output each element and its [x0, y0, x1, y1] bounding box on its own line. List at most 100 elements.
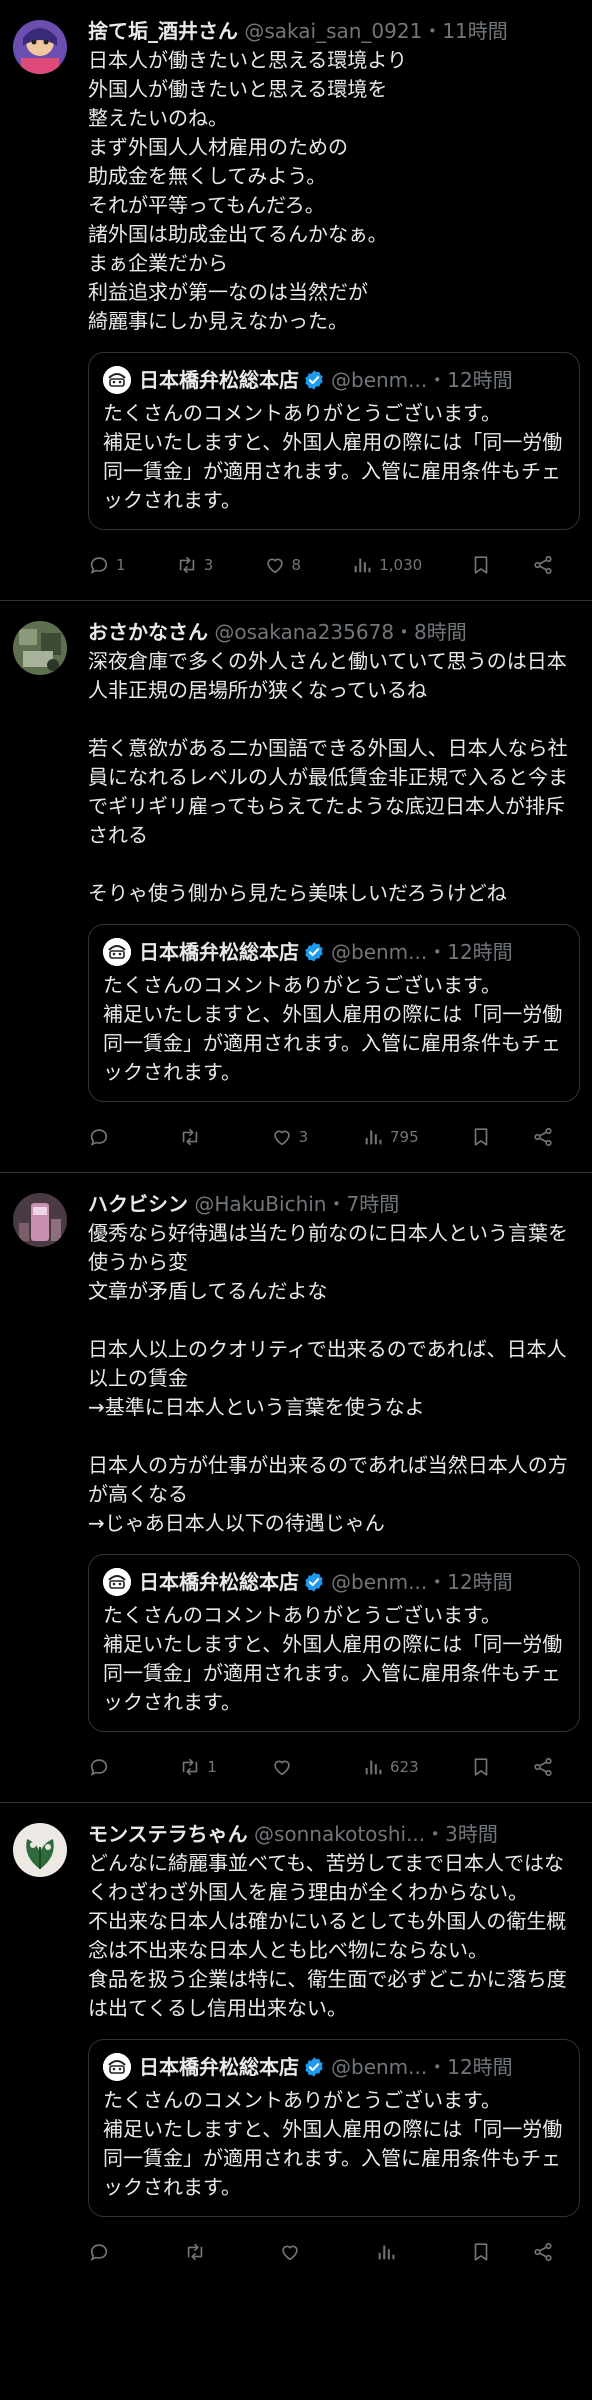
user-handle[interactable]: @HakuBichin: [194, 1192, 326, 1216]
like-button[interactable]: [279, 2241, 319, 2263]
tweet-actions: 1 623: [88, 1732, 580, 1802]
retweet-button[interactable]: [184, 2241, 224, 2263]
avatar[interactable]: [13, 20, 67, 74]
retweet-button[interactable]: 3: [176, 554, 216, 576]
quoted-tweet-time: ・12時間: [427, 2055, 513, 2079]
share-button[interactable]: [532, 2241, 572, 2263]
user-handle[interactable]: @sakai_san_0921: [244, 19, 422, 43]
views-button[interactable]: [375, 2241, 415, 2263]
quoted-tweet-time: ・12時間: [427, 940, 513, 964]
bookmark-icon: [470, 554, 492, 576]
reply-icon: [88, 554, 110, 576]
quoted-tweet-header: 日本橋弁松総本店 @benm... ・12時間: [103, 2052, 565, 2082]
like-button[interactable]: 3: [271, 1126, 311, 1148]
tweet-text: どんなに綺麗事並べても、苦労してまで日本人ではなくわざわざ外国人を雇う理由が全く…: [88, 1851, 567, 2020]
reply-button[interactable]: 1: [88, 554, 128, 576]
avatar[interactable]: [13, 1193, 67, 1247]
views-icon: [351, 554, 373, 576]
tweet[interactable]: ハクビシン @HakuBichin・7時間 優秀なら好待遇は当たり前なのに日本人と…: [0, 1172, 592, 1802]
quoted-avatar: [103, 2053, 131, 2081]
tweet-time[interactable]: ・11時間: [422, 19, 507, 43]
views-button[interactable]: 623: [362, 1756, 419, 1778]
quoted-tweet-text: たくさんのコメントありがとうございます。 補足いたしますと、外国人雇用の際には「…: [103, 973, 563, 1084]
quoted-user-name: 日本橋弁松総本店: [139, 368, 299, 392]
quoted-tweet-header: 日本橋弁松総本店 @benm... ・12時間: [103, 365, 565, 395]
tweet-header: ハクビシン @HakuBichin・7時間: [88, 1189, 580, 1219]
bookmark-icon: [470, 1126, 492, 1148]
retweet-button[interactable]: 1: [179, 1756, 219, 1778]
share-icon: [532, 2241, 554, 2263]
bookmark-button[interactable]: [470, 1126, 510, 1148]
avatar[interactable]: [13, 1823, 67, 1877]
tweet[interactable]: 捨て垢_酒井さん @sakai_san_0921・11時間 日本人が働きたいと思え…: [0, 0, 592, 600]
retweet-icon: [179, 1126, 201, 1148]
quoted-user-handle: @benm...: [331, 2055, 428, 2079]
quoted-user-handle: @benm...: [331, 940, 428, 964]
user-name[interactable]: 捨て垢_酒井さん: [88, 19, 238, 43]
bookmark-share-group: [470, 554, 572, 576]
tweet-text: 深夜倉庫で多くの外人さんと働いていて思うのは日本人非正規の居場所が狭くなっている…: [88, 649, 568, 905]
user-name[interactable]: おさかなさん: [88, 620, 208, 644]
bookmark-button[interactable]: [470, 2241, 510, 2263]
like-icon: [264, 554, 286, 576]
share-icon: [532, 554, 554, 576]
views-icon: [362, 1126, 384, 1148]
verified-badge-icon: [303, 941, 325, 963]
share-icon: [532, 1126, 554, 1148]
tweet-header: 捨て垢_酒井さん @sakai_san_0921・11時間: [88, 16, 580, 46]
quoted-user-name: 日本橋弁松総本店: [139, 1570, 299, 1594]
reply-button[interactable]: [88, 1756, 128, 1778]
like-button[interactable]: [271, 1756, 311, 1778]
timeline-feed: 捨て垢_酒井さん @sakai_san_0921・11時間 日本人が働きたいと思え…: [0, 0, 592, 2287]
tweet-actions: [88, 2217, 580, 2287]
like-count: 8: [291, 556, 302, 574]
share-button[interactable]: [532, 554, 572, 576]
bookmark-share-group: [470, 2241, 572, 2263]
retweet-button[interactable]: [179, 1126, 219, 1148]
quoted-user-handle: @benm...: [331, 1570, 428, 1594]
tweet-text: 優秀なら好待遇は当たり前なのに日本人という言葉を使うから変 文章が矛盾してるんだ…: [88, 1221, 568, 1535]
reply-button[interactable]: [88, 2241, 128, 2263]
quoted-avatar: [103, 938, 131, 966]
tweet-time[interactable]: ・7時間: [326, 1192, 399, 1216]
quoted-user-handle: @benm...: [331, 368, 428, 392]
tweet-actions: 1 3 8 1,030: [88, 530, 580, 600]
quoted-tweet-text: たくさんのコメントありがとうございます。 補足いたしますと、外国人雇用の際には「…: [103, 401, 563, 512]
user-name[interactable]: モンステラちゃん: [88, 1822, 248, 1846]
bookmark-button[interactable]: [470, 554, 510, 576]
verified-badge-icon: [303, 2056, 325, 2078]
reply-button[interactable]: [88, 1126, 128, 1148]
tweet-header: モンステラちゃん @sonnakotoshi...・3時間: [88, 1819, 580, 1849]
tweet[interactable]: モンステラちゃん @sonnakotoshi...・3時間 どんなに綺麗事並べても…: [0, 1802, 592, 2287]
views-icon: [375, 2241, 397, 2263]
bookmark-button[interactable]: [470, 1756, 510, 1778]
like-button[interactable]: 8: [264, 554, 304, 576]
quoted-user-name: 日本橋弁松総本店: [139, 2055, 299, 2079]
views-button[interactable]: 795: [362, 1126, 419, 1148]
tweet-time[interactable]: ・3時間: [425, 1822, 498, 1846]
retweet-count: 1: [207, 1758, 217, 1776]
reply-icon: [88, 2241, 110, 2263]
tweet[interactable]: おさかなさん @osakana235678・8時間深夜倉庫で多くの外人さんと働い…: [0, 600, 592, 1172]
retweet-icon: [179, 1756, 201, 1778]
user-handle[interactable]: @osakana235678: [214, 620, 394, 644]
views-button[interactable]: 1,030: [351, 554, 422, 576]
share-button[interactable]: [532, 1756, 572, 1778]
quoted-tweet[interactable]: 日本橋弁松総本店 @benm... ・12時間たくさんのコメントありがとうございます…: [88, 924, 580, 1102]
like-icon: [271, 1126, 293, 1148]
quoted-tweet[interactable]: 日本橋弁松総本店 @benm... ・12時間たくさんのコメントありがとうございます…: [88, 352, 580, 530]
quoted-tweet[interactable]: 日本橋弁松総本店 @benm... ・12時間 たくさんのコメントありがとうございます…: [88, 2039, 580, 2217]
quoted-tweet[interactable]: 日本橋弁松総本店 @benm... ・12時間 たくさんのコメントありがとうございます…: [88, 1554, 580, 1732]
quoted-avatar: [103, 1568, 131, 1596]
share-button[interactable]: [532, 1126, 572, 1148]
bookmark-icon: [470, 1756, 492, 1778]
bookmark-share-group: [470, 1126, 572, 1148]
avatar[interactable]: [13, 621, 67, 675]
quoted-tweet-header: 日本橋弁松総本店 @benm... ・12時間: [103, 937, 565, 967]
user-name[interactable]: ハクビシン: [88, 1192, 188, 1216]
user-handle[interactable]: @sonnakotoshi...: [254, 1822, 425, 1846]
quoted-tweet-time: ・12時間: [427, 368, 513, 392]
tweet-time[interactable]: ・8時間: [394, 620, 467, 644]
reply-icon: [88, 1126, 110, 1148]
tweet-text: 日本人が働きたいと思える環境より 外国人が働きたいと思える環境を 整えたいのね。…: [88, 48, 407, 333]
